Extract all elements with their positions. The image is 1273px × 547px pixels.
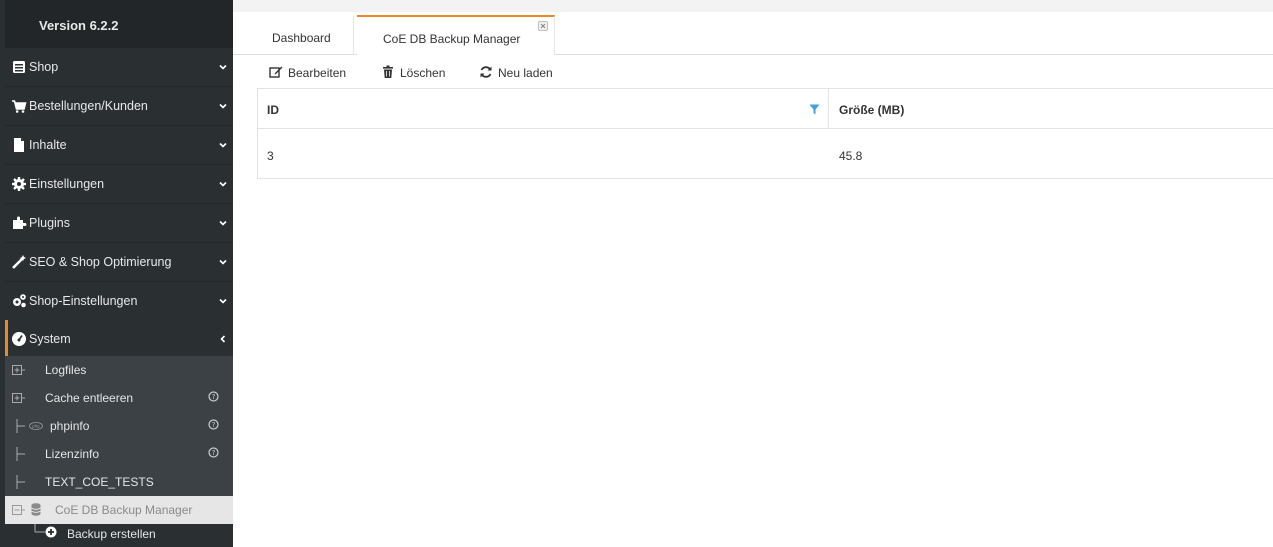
submenu-item-label: phpinfo [50, 419, 90, 433]
menu-item-system[interactable]: System [5, 320, 233, 359]
menu-item-shop-settings[interactable]: Shop-Einstellungen [5, 282, 233, 321]
version-header: Version 6.2.2 [5, 0, 233, 48]
column-header-id[interactable]: ID [258, 89, 829, 129]
submenu-item-logfiles[interactable]: Logfiles [5, 356, 233, 384]
reload-label: Neu laden [498, 66, 553, 80]
chevron-down-icon [219, 142, 227, 148]
submenu-item-label: CoE DB Backup Manager [55, 503, 193, 517]
submenu-item-coe-db-backup-manager[interactable]: CoE DB Backup Manager [5, 496, 233, 524]
help-icon[interactable]: ? [208, 447, 219, 458]
svg-text:php: php [32, 424, 40, 429]
tree-branch-icon [34, 524, 45, 533]
store-icon [13, 61, 25, 73]
menu-item-label: Inhalte [29, 138, 67, 152]
help-icon[interactable]: ? [208, 391, 219, 402]
tree-expand-icon [12, 365, 25, 375]
close-icon[interactable] [538, 21, 548, 31]
menu-item-shop[interactable]: Shop [5, 48, 233, 87]
database-icon [31, 503, 41, 516]
menu-item-seo[interactable]: SEO & Shop Optimierung [5, 243, 233, 282]
grid-header: ID Größe (MB) [258, 89, 1273, 129]
version-label: Version 6.2.2 [39, 18, 119, 33]
table-row[interactable]: 3 45.8 [258, 129, 1273, 179]
svg-text:?: ? [212, 393, 216, 401]
help-icon[interactable]: ? [208, 419, 219, 430]
column-header-label: Größe (MB) [839, 103, 905, 117]
menu-item-label: Shop [29, 60, 59, 74]
menu-item-content[interactable]: Inhalte [5, 126, 233, 165]
main-content: Dashboard CoE DB Backup Manager Bearbeit… [233, 0, 1273, 547]
menu-item-label: Shop-Einstellungen [29, 294, 138, 308]
cogs-icon [13, 294, 26, 308]
cell-size: 45.8 [839, 149, 863, 163]
submenu-item-label: TEXT_COE_TESTS [45, 475, 154, 489]
tree-branch-icon [16, 475, 25, 489]
chevron-down-icon [219, 298, 227, 304]
submenu-item-label: Logfiles [45, 363, 87, 377]
top-strip [233, 0, 1273, 12]
magic-wand-icon [12, 255, 26, 269]
system-submenu: Logfiles Cache entleeren ? php phpinfo ?… [5, 356, 233, 547]
tab-label: Dashboard [272, 31, 331, 45]
submenu-item-create-backup[interactable]: Backup erstellen [5, 524, 233, 547]
toolbar: Bearbeiten Löschen Neu laden [257, 56, 1273, 88]
menu-item-orders-customers[interactable]: Bestellungen/Kunden [5, 87, 233, 126]
document-icon [14, 138, 24, 152]
tree-expand-icon [12, 393, 25, 403]
chevron-left-icon [220, 335, 226, 343]
dashboard-gauge-icon [12, 332, 26, 346]
submenu-item-license-info[interactable]: Lizenzinfo ? [5, 440, 233, 468]
submenu-item-label: Cache entleeren [45, 391, 134, 405]
chevron-down-icon [219, 181, 227, 187]
gear-icon [12, 177, 26, 191]
tab-bar: Dashboard CoE DB Backup Manager [233, 12, 1273, 55]
cart-icon [12, 100, 27, 113]
edit-icon [269, 66, 283, 78]
tree-branch-icon [16, 447, 25, 461]
svg-text:?: ? [212, 421, 216, 429]
puzzle-icon [13, 216, 27, 229]
menu-item-label: Einstellungen [29, 177, 105, 191]
column-header-label: ID [267, 103, 279, 117]
submenu-item-label: Lizenzinfo [45, 447, 100, 461]
submenu-item-coe-tests[interactable]: TEXT_COE_TESTS [5, 468, 233, 496]
menu-item-label: SEO & Shop Optimierung [29, 255, 172, 269]
chevron-down-icon [219, 259, 227, 265]
tab-coe-db-backup-manager[interactable]: CoE DB Backup Manager [357, 15, 555, 55]
refresh-icon [480, 66, 492, 78]
php-logo-icon: php [29, 422, 43, 430]
backup-grid: ID Größe (MB) 3 45.8 [257, 88, 1273, 179]
edit-label: Bearbeiten [288, 66, 347, 80]
chevron-down-icon [219, 64, 227, 70]
plus-circle-icon [45, 526, 57, 538]
menu-item-label: Plugins [29, 216, 70, 230]
menu-item-label: Bestellungen/Kunden [29, 99, 148, 113]
tab-label: CoE DB Backup Manager [383, 32, 521, 46]
menu-item-settings[interactable]: Einstellungen [5, 165, 233, 204]
tab-dashboard[interactable]: Dashboard [250, 16, 354, 55]
submenu-item-label: Backup erstellen [67, 527, 156, 541]
column-header-size[interactable]: Größe (MB) [830, 89, 1273, 129]
tree-collapse-icon [12, 505, 25, 515]
delete-label: Löschen [400, 66, 446, 80]
chevron-down-icon [219, 103, 227, 109]
tree-branch-icon [16, 419, 25, 433]
submenu-item-phpinfo[interactable]: php phpinfo ? [5, 412, 233, 440]
menu-item-label: System [29, 332, 71, 346]
submenu-item-clear-cache[interactable]: Cache entleeren ? [5, 384, 233, 412]
sidebar: Version 6.2.2 Shop Bestellungen/Kunden I… [0, 0, 233, 547]
svg-text:?: ? [212, 449, 216, 457]
cell-id: 3 [267, 149, 274, 163]
trash-icon [383, 65, 393, 78]
menu-item-plugins[interactable]: Plugins [5, 204, 233, 243]
filter-icon[interactable] [809, 104, 820, 115]
chevron-down-icon [219, 220, 227, 226]
